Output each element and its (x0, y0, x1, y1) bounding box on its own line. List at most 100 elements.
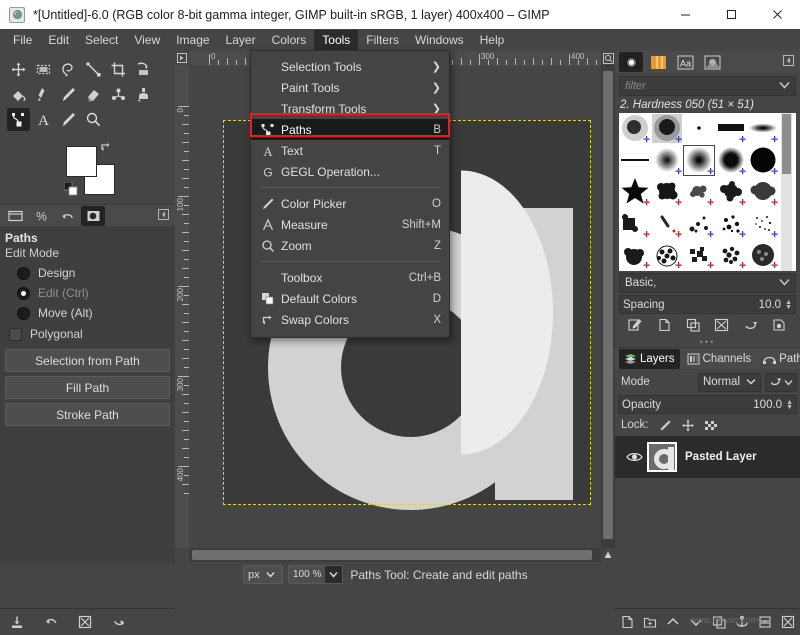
move-tool-icon[interactable] (7, 58, 30, 81)
bucket-fill-tool-icon[interactable] (7, 83, 30, 106)
brush-item[interactable]: ✛ (747, 113, 779, 144)
brush-item[interactable]: ✛ (715, 113, 747, 144)
tab-channels[interactable]: Channels (682, 349, 757, 369)
menu-item-gegl-operation[interactable]: G GEGL Operation... (251, 161, 449, 182)
foreground-color-swatch[interactable] (66, 146, 97, 177)
brush-item[interactable]: ✛ (747, 239, 779, 270)
edit-brush-icon[interactable] (628, 318, 643, 335)
clone-tool-icon[interactable] (132, 83, 155, 106)
brush-item[interactable]: ✛ (651, 176, 683, 207)
reset-mode-icon[interactable] (765, 373, 797, 392)
zoom-selector[interactable]: 100 % (288, 565, 343, 584)
menu-layer[interactable]: Layer (218, 30, 264, 51)
spacing-field[interactable]: Spacing 10.0 ▲▼ (619, 295, 796, 314)
color-picker-tool-icon[interactable] (57, 108, 80, 131)
new-brush-icon[interactable] (657, 318, 672, 335)
menu-item-text[interactable]: A Text T (251, 140, 449, 161)
warp-transform-tool-icon[interactable] (132, 58, 155, 81)
delete-layer-icon[interactable] (777, 615, 800, 629)
radio-design[interactable]: Design (5, 263, 170, 283)
eye-icon[interactable] (621, 451, 647, 463)
smudge-tool-icon[interactable] (32, 83, 55, 106)
canvas-horizontal-scrollbar[interactable] (189, 548, 601, 562)
eraser-tool-icon[interactable] (82, 83, 105, 106)
menu-view[interactable]: View (126, 30, 168, 51)
brush-item[interactable]: ✛ (683, 239, 715, 270)
menu-colors[interactable]: Colors (264, 30, 315, 51)
menu-edit[interactable]: Edit (40, 30, 77, 51)
raise-layer-icon[interactable] (661, 615, 684, 629)
zoom-tool-icon[interactable] (82, 108, 105, 131)
tool-options-tab-icon[interactable] (3, 206, 27, 226)
menu-file[interactable]: File (5, 30, 40, 51)
brush-item[interactable]: ✛ (747, 145, 779, 176)
menu-windows[interactable]: Windows (407, 30, 472, 51)
new-layer-icon[interactable] (615, 615, 638, 629)
brush-filter-input[interactable]: filter (619, 76, 796, 96)
restore-tool-preset-icon[interactable] (34, 615, 68, 629)
menu-item-default-colors[interactable]: Default Colors D (251, 288, 449, 309)
paths-tool-icon[interactable] (7, 108, 30, 131)
menu-item-paths[interactable]: Paths B (251, 119, 449, 140)
menu-help[interactable]: Help (472, 30, 513, 51)
brush-item[interactable]: ✛ (683, 176, 715, 207)
chevron-down-icon[interactable] (325, 566, 342, 583)
brush-item[interactable]: ✛ (747, 176, 779, 207)
chevron-down-icon[interactable] (779, 277, 790, 289)
spinner-arrows-icon[interactable]: ▲▼ (786, 400, 793, 410)
layer-row[interactable]: Pasted Layer (615, 436, 800, 478)
brush-item[interactable]: ✛ (715, 208, 747, 239)
canvas-vertical-scrollbar[interactable] (601, 65, 615, 548)
brush-item[interactable]: ✛ (619, 239, 651, 270)
tab-paths[interactable]: Paths (758, 349, 800, 369)
open-brush-as-image-icon[interactable] (772, 318, 787, 335)
fill-path-button[interactable]: Fill Path (5, 376, 170, 399)
brush-tag-selector[interactable]: Basic, (619, 273, 796, 293)
new-layer-group-icon[interactable] (638, 615, 661, 629)
brush-item[interactable]: ✛ (651, 208, 683, 239)
brush-item[interactable]: ✛ (619, 208, 651, 239)
delete-tool-preset-icon[interactable] (68, 615, 102, 629)
maximize-icon[interactable] (708, 0, 754, 29)
brush-item[interactable] (619, 145, 651, 176)
polygonal-checkbox[interactable]: Polygonal (5, 323, 170, 345)
lock-position-icon[interactable] (681, 419, 695, 432)
brush-item[interactable]: ✛ (651, 239, 683, 270)
radio-move[interactable]: Move (Alt) (5, 303, 170, 323)
menu-item-selection-tools[interactable]: Selection Tools ❯ (251, 56, 449, 77)
scale-tool-icon[interactable] (82, 58, 105, 81)
paintbrush-tool-icon[interactable] (57, 83, 80, 106)
document-history-tab-icon[interactable] (700, 52, 724, 72)
lock-alpha-icon[interactable] (704, 419, 718, 432)
menu-item-transform-tools[interactable]: Transform Tools ❯ (251, 98, 449, 119)
scrollbar-thumb[interactable] (192, 550, 592, 560)
zoom-image-icon[interactable] (601, 51, 615, 65)
selection-from-path-button[interactable]: Selection from Path (5, 349, 170, 372)
text-tool-icon[interactable]: A (32, 108, 55, 131)
menu-item-swap-colors[interactable]: Swap Colors X (251, 309, 449, 330)
scrollbar-thumb[interactable] (603, 71, 613, 539)
collapse-icon[interactable] (158, 209, 169, 223)
scrollbar-thumb[interactable] (782, 114, 791, 174)
ruler-origin-icon[interactable] (175, 51, 189, 65)
menu-item-measure[interactable]: Measure Shift+M (251, 214, 449, 235)
lock-pixels-icon[interactable] (658, 419, 672, 432)
menu-item-paint-tools[interactable]: Paint Tools ❯ (251, 77, 449, 98)
brush-item[interactable]: ✛ (683, 208, 715, 239)
tab-layers[interactable]: Layers (619, 349, 680, 369)
default-colors-icon[interactable] (64, 182, 78, 199)
patterns-tab-icon[interactable] (646, 52, 670, 72)
stroke-path-button[interactable]: Stroke Path (5, 403, 170, 426)
device-status-tab-icon[interactable]: % (29, 206, 53, 226)
rectangle-select-tool-icon[interactable] (32, 58, 55, 81)
minimize-icon[interactable] (662, 0, 708, 29)
duplicate-brush-icon[interactable] (686, 318, 701, 335)
tools-dropdown-menu[interactable]: Selection Tools ❯ Paint Tools ❯ Transfor… (250, 50, 450, 338)
navigate-canvas-icon[interactable] (601, 548, 615, 562)
mode-selector[interactable]: Normal (698, 373, 761, 392)
menu-item-zoom[interactable]: Zoom Z (251, 235, 449, 256)
brush-item[interactable]: ✛ (651, 145, 683, 176)
brush-item[interactable]: ✛ (619, 113, 651, 144)
menu-image[interactable]: Image (168, 30, 217, 51)
undo-history-tab-icon[interactable] (55, 206, 79, 226)
